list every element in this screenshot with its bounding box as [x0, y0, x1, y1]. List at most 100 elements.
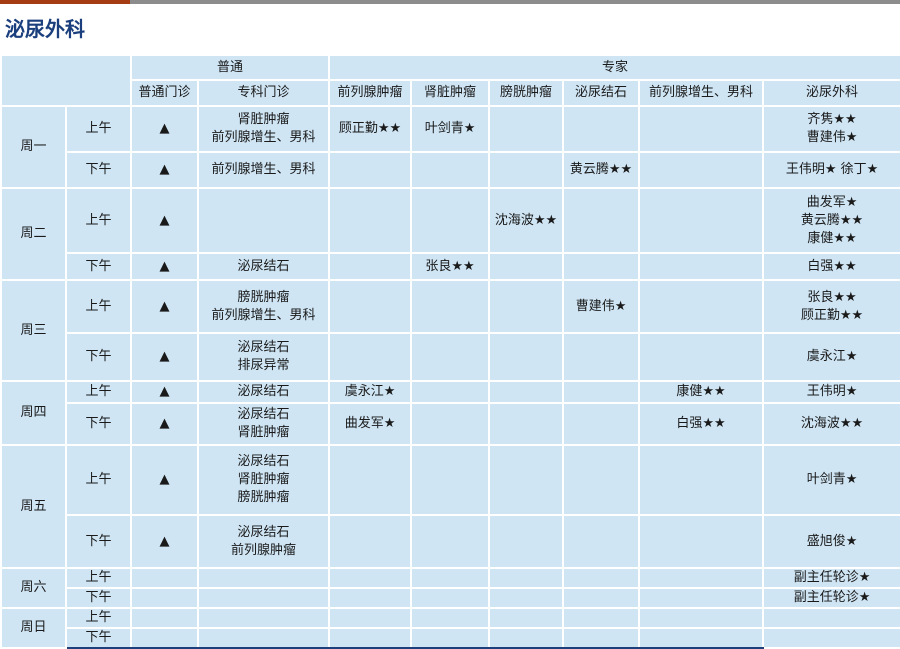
- schedule-row: 周一 上午 ▲ 肾脏肿瘤 前列腺增生、男科 顾正勤★★ 叶剑青★ 齐隽★★ 曹建伟★: [0, 105, 900, 189]
- cell-general-clinic: ▲: [130, 187, 199, 254]
- cell-line: 曲发军★: [806, 194, 858, 210]
- cell-kidney-tumor: [410, 332, 491, 382]
- cell-prostate-andrology: [638, 514, 765, 569]
- cell-urology: [762, 627, 900, 649]
- cell-line: 康健★★: [807, 230, 857, 246]
- cell-prostate-andrology: 康健★★: [638, 380, 765, 404]
- cell-urinary-stones: [562, 332, 641, 382]
- cell-line: 齐隽★★: [807, 112, 857, 127]
- cell-line: 王伟明★: [806, 384, 858, 399]
- period-cell: 上午: [65, 279, 132, 334]
- schedule-row: 下午: [1, 627, 900, 649]
- cell-kidney-tumor: 叶剑青★: [410, 105, 491, 153]
- cell-line: 泌尿结石: [237, 384, 290, 399]
- cell-general-clinic: ▲: [130, 332, 199, 382]
- cell-bladder-tumor: [488, 587, 565, 609]
- cell-prostate-tumor: [328, 627, 413, 649]
- cell-prostate-andrology: [638, 567, 765, 589]
- cell-line: ▲: [159, 416, 170, 431]
- cell-urology: 王伟明★: [762, 380, 900, 404]
- cell-urinary-stones: [562, 252, 641, 281]
- cell-urinary-stones: 黄云腾★★: [562, 151, 641, 189]
- schedule-row: 周六 上午 副主任轮诊★: [0, 567, 900, 609]
- cell-line: 白强★★: [676, 416, 726, 431]
- cell-line: 肾脏肿瘤: [237, 112, 290, 127]
- period-cell: 下午: [65, 252, 132, 281]
- cell-prostate-andrology: [638, 151, 765, 189]
- cell-line: 叶剑青★: [424, 121, 476, 136]
- schedule-row: 下午 ▲ 泌尿结石 排尿异常 虞永江★: [1, 332, 900, 382]
- cell-urology: 沈海波★★: [762, 402, 900, 446]
- day-cell: 周五: [0, 444, 67, 569]
- cell-prostate-tumor: [328, 279, 413, 334]
- cell-bladder-tumor: [488, 567, 565, 589]
- cell-prostate-tumor: [328, 514, 413, 569]
- cell-line: 排尿异常: [237, 358, 290, 373]
- cell-line: 前列腺增生、男科: [211, 307, 316, 323]
- cell-line: 泌尿结石: [237, 524, 290, 540]
- cell-kidney-tumor: [410, 587, 491, 609]
- cell-bladder-tumor: [488, 607, 565, 629]
- cell-prostate-andrology: [638, 279, 765, 334]
- cell-specialty-clinic: [196, 587, 331, 609]
- cell-urinary-stones: [562, 607, 641, 629]
- cell-urology: 王伟明★ 徐丁★: [762, 151, 900, 189]
- cell-specialty-clinic: 泌尿结石: [196, 380, 331, 404]
- day-cell: 周三: [0, 279, 67, 382]
- cell-line: 张良★★: [425, 258, 475, 274]
- period-cell: 上午: [65, 105, 132, 153]
- cell-prostate-tumor: [328, 444, 413, 516]
- cell-urology: 副主任轮诊★: [762, 587, 900, 609]
- cell-bladder-tumor: [488, 151, 565, 189]
- schedule-row: 下午 副主任轮诊★: [1, 587, 900, 609]
- cell-specialty-clinic: 泌尿结石 排尿异常: [196, 332, 331, 382]
- cell-urinary-stones: 曹建伟★: [562, 279, 641, 334]
- cell-line: 泌尿结石: [237, 407, 290, 422]
- cell-prostate-tumor: [328, 252, 413, 281]
- cell-kidney-tumor: [410, 627, 491, 649]
- cell-kidney-tumor: [410, 380, 491, 404]
- cell-specialty-clinic: [196, 567, 331, 589]
- period-cell: 上午: [65, 607, 132, 629]
- cell-specialty-clinic: 泌尿结石 前列腺肿瘤: [196, 514, 331, 569]
- day-cell: 周日: [0, 607, 67, 649]
- cell-line: 泌尿结石: [237, 340, 290, 355]
- cell-specialty-clinic: 泌尿结石 肾脏肿瘤 膀胱肿瘤: [196, 444, 331, 516]
- cell-line: 盛旭俊★: [806, 533, 858, 549]
- cell-general-clinic: ▲: [130, 380, 199, 404]
- cell-urology: 副主任轮诊★: [762, 567, 900, 589]
- cell-general-clinic: [130, 607, 199, 629]
- cell-general-clinic: [130, 587, 199, 609]
- day-cell: 周一: [0, 105, 67, 189]
- cell-urology: 盛旭俊★: [762, 514, 900, 569]
- cell-line: 叶剑青★: [806, 472, 858, 487]
- top-bar-accent-segment: [0, 0, 130, 4]
- cell-specialty-clinic: 泌尿结石 肾脏肿瘤: [196, 402, 331, 446]
- column-header-prostate-tumor: 前列腺肿瘤: [328, 79, 413, 107]
- cell-urinary-stones: [562, 402, 641, 446]
- cell-line: 泌尿结石: [237, 258, 290, 274]
- cell-urology: [762, 607, 900, 629]
- cell-bladder-tumor: 沈海波★★: [488, 187, 565, 254]
- column-header-specialty-clinic: 专科门诊: [196, 79, 331, 107]
- schedule-row: 周二 上午 ▲ 沈海波★★ 曲发军★ 黄云腾★★ 康健★★: [0, 187, 900, 281]
- cell-line: 前列腺增生、男科: [211, 162, 316, 177]
- page-title: 泌尿外科: [5, 17, 85, 41]
- cell-urology: 张良★★ 顾正勤★★: [762, 279, 900, 334]
- cell-bladder-tumor: [488, 627, 565, 649]
- cell-line: 曹建伟★: [575, 298, 627, 314]
- cell-line: 黄云腾★★: [569, 162, 633, 177]
- column-header-prostate-andrology: 前列腺增生、男科: [638, 79, 765, 107]
- day-cell: 周二: [0, 187, 67, 281]
- cell-line: 康健★★: [676, 384, 726, 399]
- cell-line: 顾正勤★★: [338, 121, 402, 136]
- cell-line: 虞永江★: [344, 384, 396, 399]
- cell-prostate-tumor: [328, 587, 413, 609]
- cell-line: ▲: [159, 298, 170, 314]
- cell-line: 前列腺增生、男科: [211, 130, 316, 145]
- cell-prostate-tumor: 顾正勤★★: [328, 105, 413, 153]
- cell-urology: 白强★★: [762, 252, 900, 281]
- cell-kidney-tumor: [410, 187, 491, 254]
- cell-general-clinic: ▲: [130, 105, 199, 153]
- group-header-general: 普通: [129, 54, 331, 81]
